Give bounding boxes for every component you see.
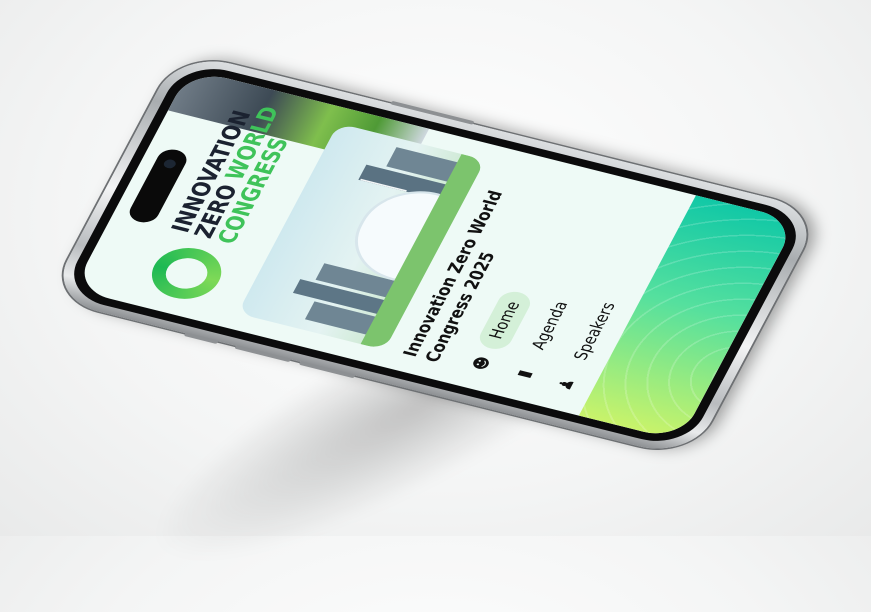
- speaker-person-icon: ♟: [553, 376, 579, 393]
- bookmark-icon: ▮: [512, 368, 536, 380]
- user-group-icon: ☻: [468, 354, 495, 373]
- camera-icon: [162, 158, 178, 170]
- chat-bubble-logo-icon: [141, 241, 232, 306]
